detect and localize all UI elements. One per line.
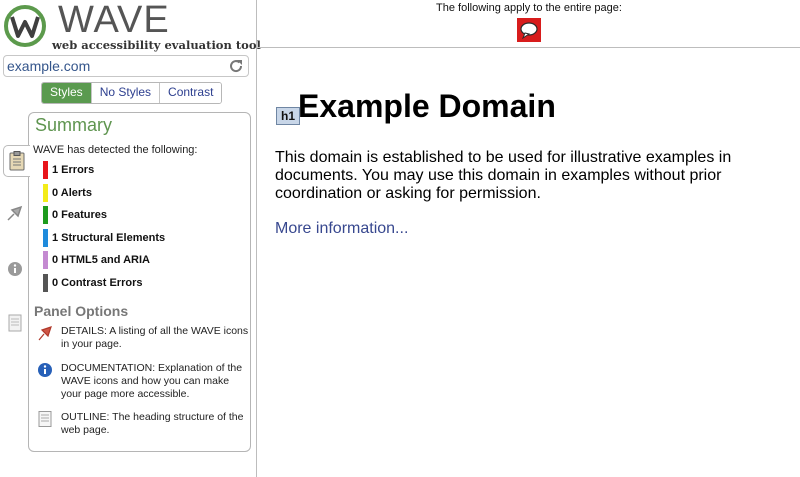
option-documentation[interactable]: DOCUMENTATION: Explanation of the WAVE i…: [37, 362, 247, 404]
more-information-link[interactable]: More information...: [275, 220, 408, 238]
url-bar: [3, 55, 249, 77]
tab-no-styles[interactable]: No Styles: [90, 83, 160, 103]
page-heading: Example Domain: [298, 88, 556, 124]
option-outline-text: OUTLINE: The heading structure of the we…: [61, 411, 244, 436]
option-outline[interactable]: OUTLINE: The heading structure of the we…: [37, 411, 247, 441]
errors-color-bar: [43, 161, 48, 179]
contrast-color-bar: [43, 274, 48, 292]
features-color-bar: [43, 206, 48, 224]
aria-color-bar: [43, 251, 48, 269]
tab-outline[interactable]: [2, 308, 28, 338]
alerts-color-bar: [43, 184, 48, 202]
wave-logo[interactable]: WAVE web accessibility evaluation tool: [4, 0, 261, 52]
option-documentation-text: DOCUMENTATION: Explanation of the WAVE i…: [61, 362, 243, 400]
stat-label: 0 Contrast Errors: [52, 277, 143, 289]
wave-tagline: web accessibility evaluation tool: [52, 38, 261, 52]
h1-badge-icon[interactable]: h1: [276, 107, 300, 125]
info-icon: [38, 363, 52, 377]
summary-panel: Summary WAVE has detected the following:…: [28, 112, 251, 452]
page-content: h1 Example Domain This domain is establi…: [258, 48, 800, 477]
stat-label: 0 Features: [52, 209, 108, 221]
panel-options-title: Panel Options: [34, 303, 129, 319]
page-level-bar: The following apply to the entire page:: [258, 0, 800, 48]
url-input[interactable]: [7, 57, 225, 75]
summary-title: Summary: [35, 115, 113, 135]
wave-brand: WAVE: [58, 0, 170, 41]
flag-icon: [7, 205, 23, 221]
option-details[interactable]: DETAILS: A listing of all the WAVE icons…: [37, 325, 249, 355]
stat-label: 1 Errors: [52, 164, 95, 176]
document-icon: [8, 314, 22, 332]
detected-text: WAVE has detected the following:: [33, 144, 198, 156]
flag-icon: [38, 326, 52, 341]
stat-label: 1 Structural Elements: [52, 232, 166, 244]
tab-details[interactable]: [2, 198, 28, 228]
error-speech-bubble-icon[interactable]: [517, 18, 541, 42]
wave-sidebar: WAVE web accessibility evaluation tool S…: [0, 0, 261, 477]
tab-summary[interactable]: [3, 145, 30, 177]
tab-contrast[interactable]: Contrast: [159, 83, 222, 103]
option-details-text: DETAILS: A listing of all the WAVE icons…: [61, 325, 249, 350]
stat-label: 0 HTML5 and ARIA: [52, 254, 150, 266]
tab-styles[interactable]: Styles: [42, 83, 91, 103]
info-icon: [8, 262, 22, 276]
clipboard-icon: [9, 151, 25, 171]
wave-logo-icon: [4, 5, 46, 47]
document-icon: [38, 411, 52, 427]
tab-documentation[interactable]: [2, 254, 28, 284]
page-paragraph: This domain is established to be used fo…: [275, 149, 732, 202]
structural-color-bar: [43, 229, 48, 247]
stat-label: 0 Alerts: [52, 187, 92, 199]
page-level-text: The following apply to the entire page:: [436, 2, 622, 14]
refresh-icon[interactable]: [227, 57, 245, 75]
view-mode-tabs: Styles No Styles Contrast: [41, 82, 223, 104]
